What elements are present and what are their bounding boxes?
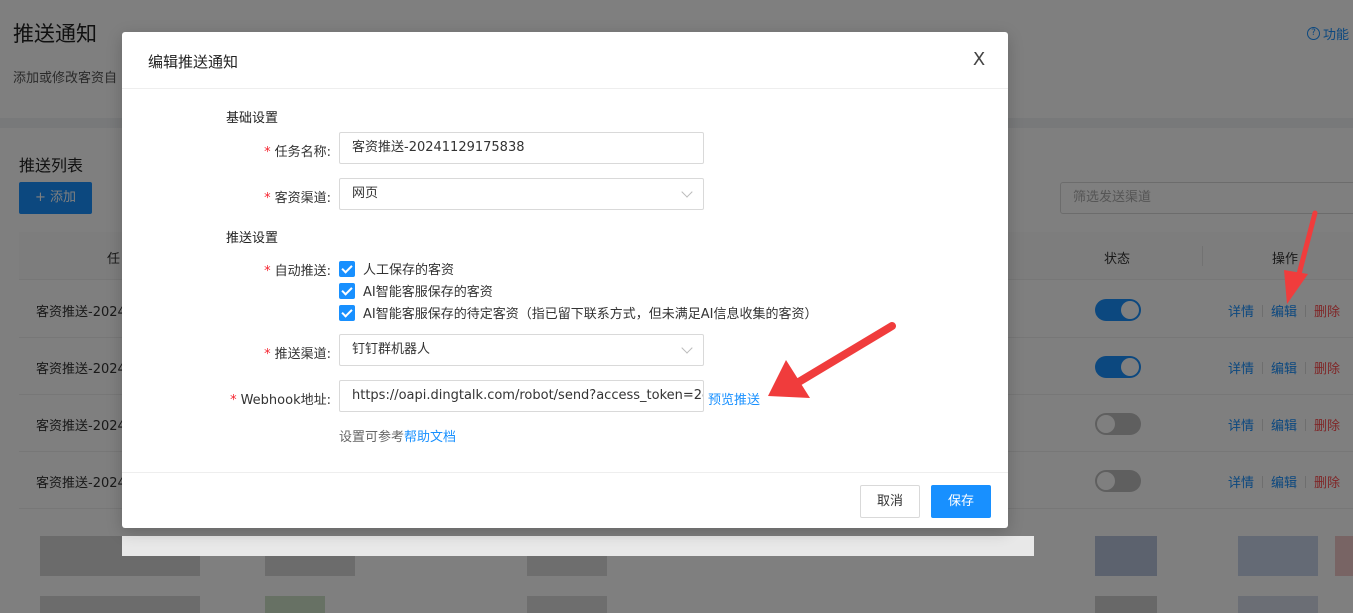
- push-channel-value: 钉钉群机器人: [352, 342, 431, 357]
- edit-push-modal: 编辑推送通知 X 基础设置 * 任务名称: 客资推送-20241129175838…: [122, 32, 1008, 528]
- cancel-button[interactable]: 取消: [860, 485, 920, 518]
- help-hint: 设置可参考帮助文档: [339, 430, 457, 445]
- auto-push-option-label: AI智能客服保存的客资: [363, 285, 493, 300]
- source-channel-select[interactable]: 网页: [339, 178, 704, 210]
- auto-push-option-ai-pending[interactable]: AI智能客服保存的待定客资（指已留下联系方式，但未满足AI信息收集的客资）: [339, 303, 817, 322]
- task-name-input[interactable]: 客资推送-20241129175838: [339, 132, 704, 164]
- push-channel-select[interactable]: 钉钉群机器人: [339, 334, 704, 366]
- webhook-input[interactable]: https://oapi.dingtalk.com/robot/send?acc…: [339, 380, 704, 412]
- source-channel-label: * 客资渠道:: [264, 191, 331, 206]
- checkbox-checked-icon[interactable]: [339, 260, 355, 277]
- chevron-down-icon: [681, 186, 693, 198]
- checkbox-checked-icon[interactable]: [339, 282, 355, 299]
- auto-push-option-label: AI智能客服保存的待定客资（指已留下联系方式，但未满足AI信息收集的客资）: [363, 307, 818, 322]
- help-doc-link[interactable]: 帮助文档: [404, 430, 456, 445]
- save-button[interactable]: 保存: [931, 485, 991, 518]
- auto-push-option-ai[interactable]: AI智能客服保存的客资: [339, 281, 493, 300]
- task-name-label: * 任务名称:: [264, 145, 331, 160]
- modal-footer: 取消 保存: [122, 472, 1008, 528]
- preview-push-link[interactable]: 预览推送: [708, 389, 760, 408]
- chevron-down-icon: [681, 342, 693, 354]
- push-settings-title: 推送设置: [226, 231, 279, 246]
- auto-push-option-label: 人工保存的客资: [363, 263, 455, 278]
- modal-title: 编辑推送通知: [148, 53, 239, 71]
- push-channel-label: * 推送渠道:: [264, 347, 331, 362]
- basic-settings-title: 基础设置: [226, 111, 279, 126]
- auto-push-option-manual[interactable]: 人工保存的客资: [339, 259, 454, 278]
- modal-header: 编辑推送通知 X: [122, 32, 1008, 89]
- source-channel-value: 网页: [352, 186, 379, 201]
- modal-shadow-strip: [122, 536, 1034, 556]
- close-icon[interactable]: X: [970, 49, 988, 71]
- webhook-label: * Webhook地址:: [230, 393, 331, 408]
- auto-push-label: * 自动推送:: [264, 264, 331, 279]
- checkbox-checked-icon[interactable]: [339, 304, 355, 321]
